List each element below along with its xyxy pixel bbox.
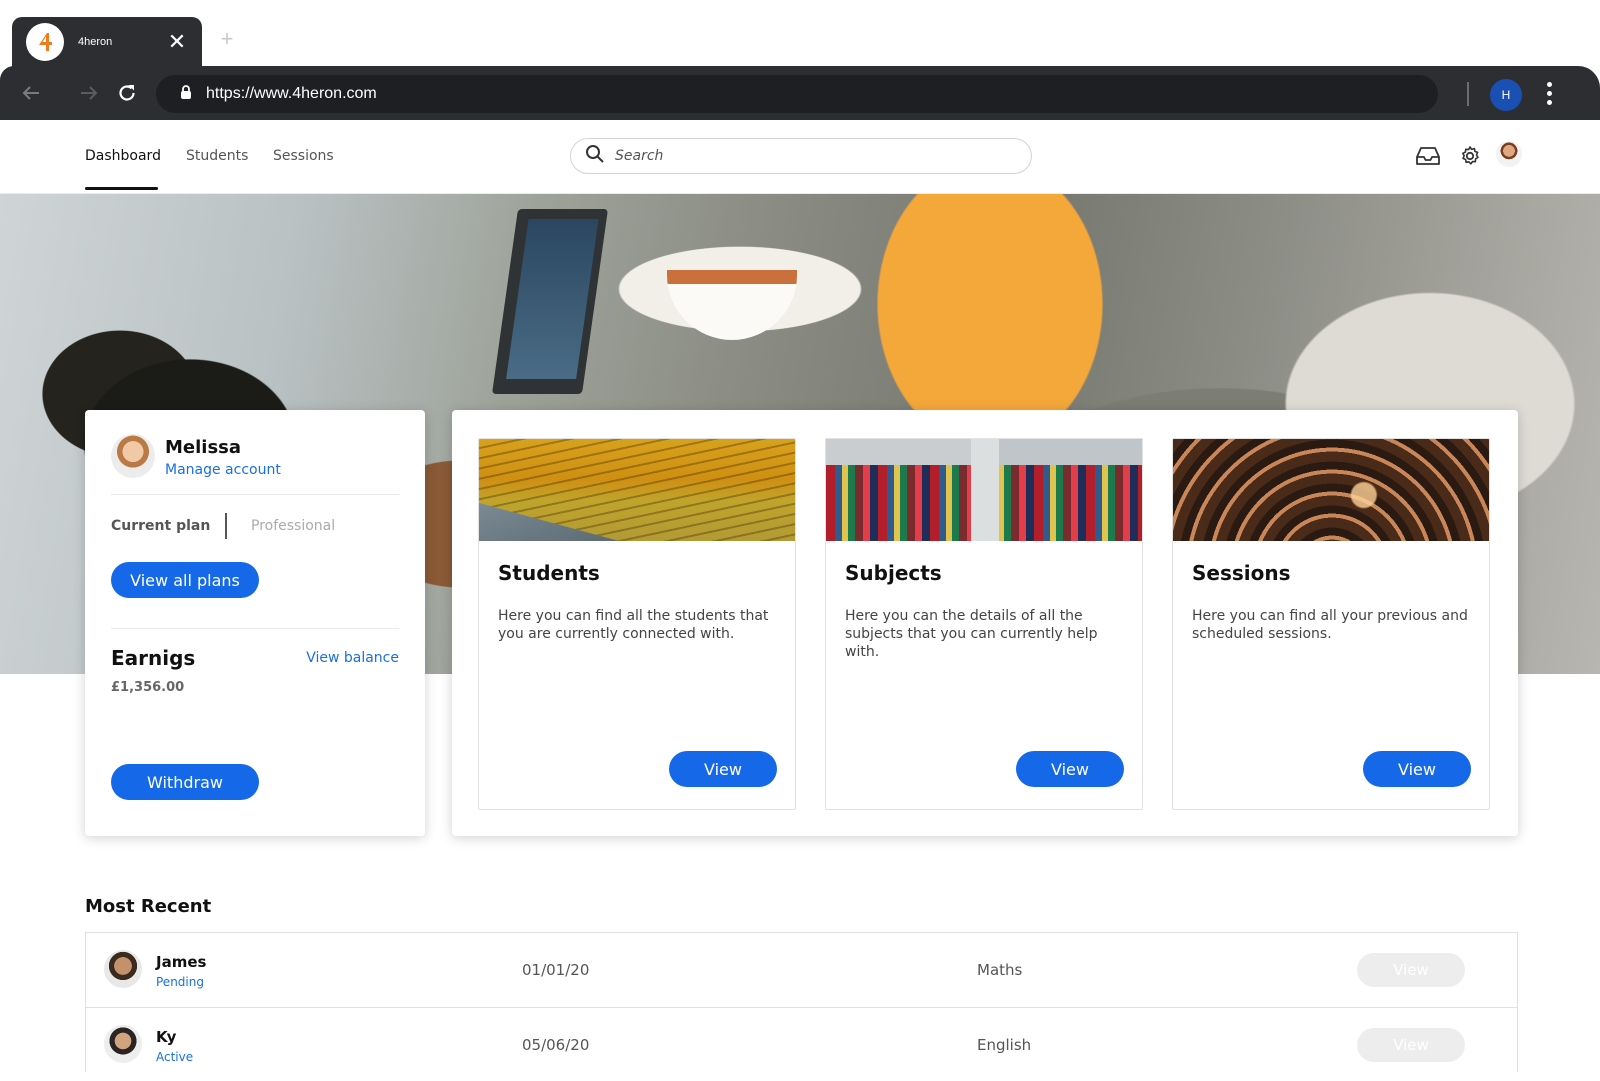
reload-icon[interactable]: [112, 78, 142, 108]
back-icon[interactable]: [16, 78, 46, 108]
address-url: https://www.4heron.com: [206, 85, 377, 102]
sessions-card-description: Here you can find all your previous and …: [1192, 608, 1468, 642]
row-subject: English: [977, 1036, 1032, 1054]
bookshelf-image: [826, 439, 1142, 541]
view-balance-link[interactable]: View balance: [306, 650, 399, 666]
plan-separator: [225, 513, 227, 539]
sessions-card: Sessions Here you can find all your prev…: [1172, 438, 1490, 810]
row-status: Pending: [156, 975, 204, 989]
students-card-description: Here you can find all the students that …: [498, 608, 769, 642]
search-input[interactable]: [615, 148, 1015, 164]
nav-active-indicator: [85, 187, 158, 190]
row-name: Ky: [156, 1028, 177, 1046]
heron-logo-icon: [26, 23, 64, 61]
table-row: James Pending 01/01/20 Maths View: [86, 933, 1517, 1007]
avatar: [104, 1025, 142, 1063]
subjects-card: Subjects Here you can the details of all…: [825, 438, 1143, 810]
row-date: 05/06/20: [522, 1036, 590, 1054]
row-subject: Maths: [977, 961, 1023, 979]
earnings-amount: £1,356.00: [111, 680, 185, 695]
subjects-card-title: Subjects: [845, 561, 942, 585]
current-plan-value: Professional: [251, 518, 336, 534]
table-row: Ky Active 05/06/20 English View: [86, 1007, 1517, 1081]
subjects-card-description: Here you can the details of all the subj…: [845, 608, 1098, 660]
inbox-icon[interactable]: [1414, 142, 1442, 170]
lock-icon: [180, 84, 192, 104]
theater-seats-image: [479, 439, 795, 541]
most-recent-heading: Most Recent: [85, 896, 212, 917]
withdraw-button[interactable]: Withdraw: [111, 764, 259, 800]
profile-avatar: [111, 434, 155, 478]
profile-name: Melissa: [165, 437, 242, 458]
browser-tab[interactable]: 4heron ✕: [12, 17, 202, 67]
sessions-view-button[interactable]: View: [1363, 751, 1471, 787]
close-tab-icon[interactable]: ✕: [162, 31, 192, 53]
search-bar[interactable]: [570, 138, 1032, 174]
earnings-divider: [111, 628, 399, 629]
profile-card: Melissa Manage account Current plan Prof…: [85, 410, 425, 836]
gear-icon[interactable]: [1456, 142, 1484, 170]
feature-panel: Students Here you can find all the stude…: [452, 410, 1518, 836]
students-card-title: Students: [498, 561, 600, 585]
most-recent-table: James Pending 01/01/20 Maths View Ky Act…: [85, 932, 1518, 1072]
subjects-view-button[interactable]: View: [1016, 751, 1124, 787]
profile-divider: [111, 494, 399, 495]
concert-crowd-image: [1173, 439, 1489, 541]
row-view-button[interactable]: View: [1357, 1028, 1465, 1062]
forward-icon[interactable]: [74, 78, 104, 108]
row-view-button[interactable]: View: [1357, 953, 1465, 987]
row-name: James: [156, 953, 207, 971]
tab-title: 4heron: [78, 36, 113, 48]
students-card: Students Here you can find all the stude…: [478, 438, 796, 810]
browser-toolbar: https://www.4heron.com H: [0, 66, 1600, 120]
row-status: Active: [156, 1050, 194, 1064]
address-bar[interactable]: https://www.4heron.com: [156, 75, 1438, 113]
toolbar-divider: [1467, 82, 1469, 106]
hero-laptop-shape: [491, 209, 608, 394]
browser-menu-icon[interactable]: [1538, 78, 1560, 108]
browser-tabstrip: 4heron ✕ +: [0, 0, 1600, 67]
avatar: [104, 950, 142, 988]
current-plan-label: Current plan: [111, 518, 211, 534]
app-header: Dashboard Students Sessions: [0, 120, 1600, 194]
browser-profile-avatar[interactable]: H: [1490, 79, 1522, 111]
nav-sessions[interactable]: Sessions: [273, 148, 334, 164]
nav-students[interactable]: Students: [186, 148, 248, 164]
manage-account-link[interactable]: Manage account: [165, 462, 281, 478]
hero-bowl-shape: [667, 270, 797, 340]
sessions-card-title: Sessions: [1192, 561, 1291, 585]
nav-dashboard[interactable]: Dashboard: [85, 148, 161, 164]
view-all-plans-button[interactable]: View all plans: [111, 562, 259, 598]
new-tab-icon[interactable]: +: [216, 28, 238, 50]
search-icon: [585, 144, 605, 169]
row-date: 01/01/20: [522, 961, 590, 979]
students-view-button[interactable]: View: [669, 751, 777, 787]
earnings-title: Earnigs: [111, 646, 196, 670]
user-avatar[interactable]: [1496, 141, 1522, 167]
